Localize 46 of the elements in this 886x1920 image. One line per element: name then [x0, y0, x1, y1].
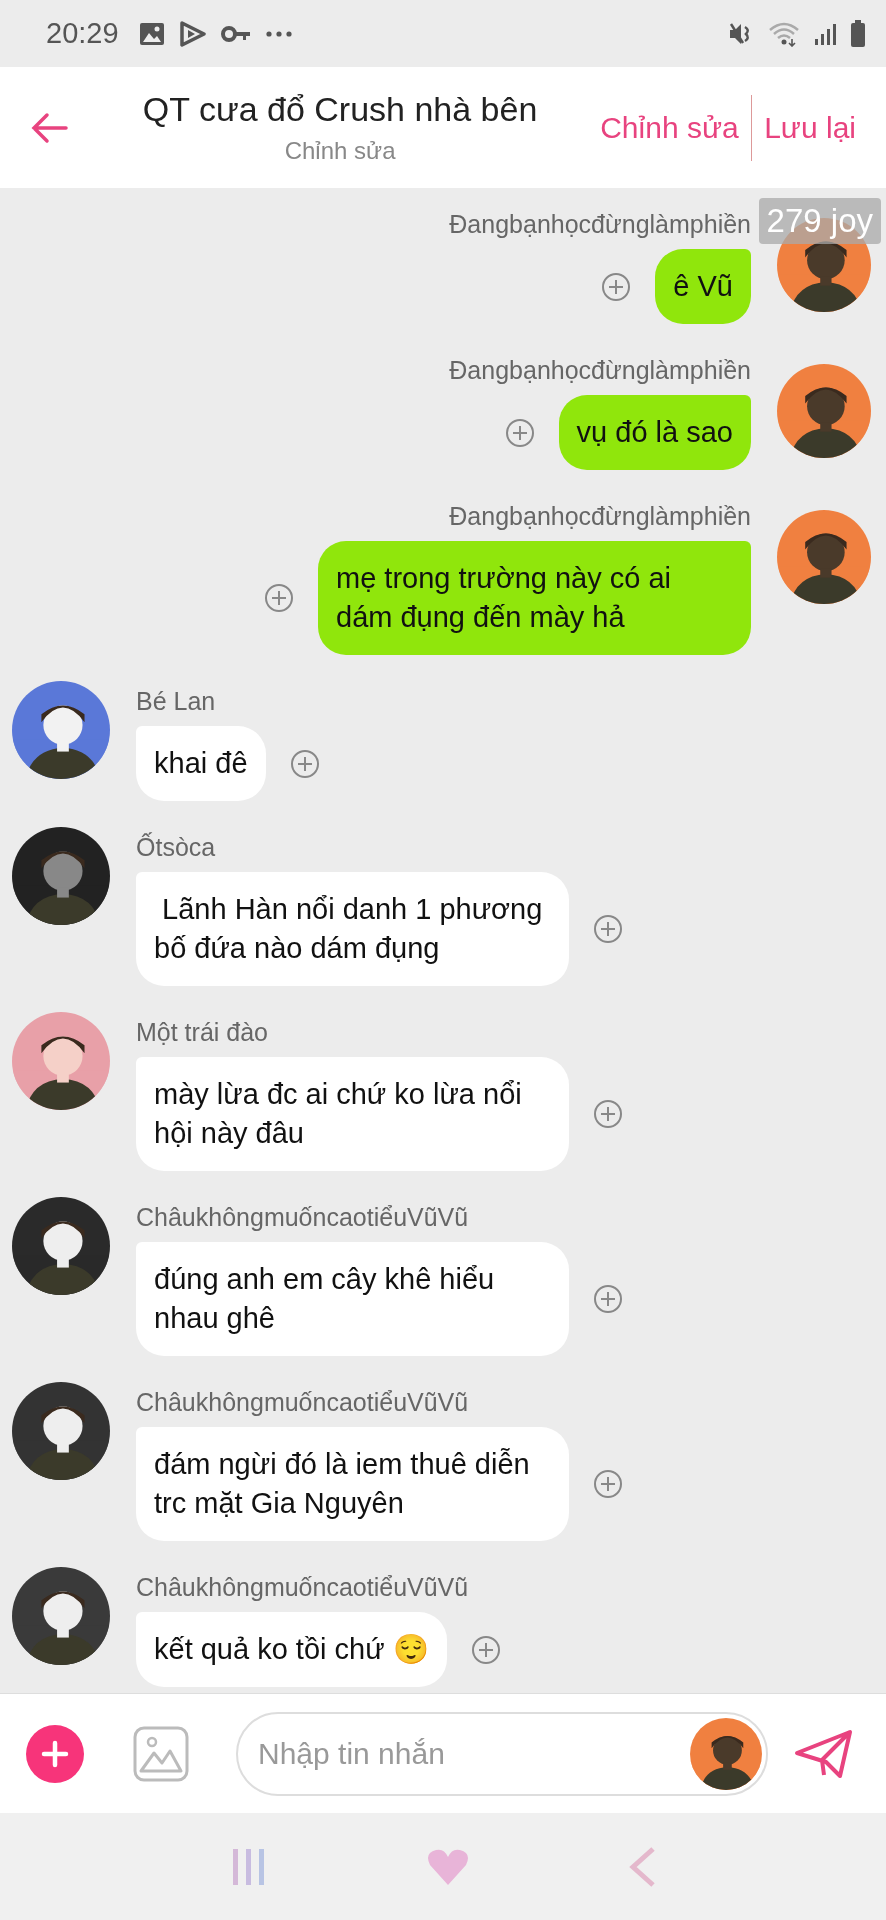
gallery-icon	[138, 21, 165, 46]
add-button[interactable]	[26, 1724, 84, 1783]
sender-name: ChâukhôngmuốncaotiểuVũVũ	[136, 1387, 469, 1417]
add-reaction-icon[interactable]	[601, 271, 632, 302]
overlay-badge: 279 joy	[758, 198, 881, 244]
sender-name: Đangbạnhọcđừnglàmphiền	[449, 501, 751, 531]
message-bubble: khai đê	[136, 726, 266, 801]
chat-subtitle: Chỉnh sửa	[284, 137, 396, 165]
message-bubble: đám ngừi đó là iem thuê diễn trc mặt Gia Nguyên	[136, 1427, 569, 1541]
add-reaction-icon[interactable]	[264, 583, 294, 613]
message-bubble: mẹ trong trường này có ai dám đụng đến mày hả	[318, 541, 751, 655]
send-icon[interactable]	[794, 1727, 854, 1780]
add-reaction-icon[interactable]	[289, 748, 320, 779]
message-bubble: mày lừa đc ai chứ ko lừa nổi hội này đâu	[136, 1057, 569, 1171]
add-reaction-icon[interactable]	[470, 1634, 501, 1665]
sender-name: ChâukhôngmuốncaotiểuVũVũ	[136, 1572, 469, 1602]
key-icon	[220, 24, 251, 43]
message-bubble: kết quả ko tồi chứ 😌	[136, 1612, 447, 1687]
wifi-icon	[768, 20, 800, 47]
image-icon[interactable]	[132, 1724, 190, 1783]
message-bubble: đúng anh em cây khê hiểu nhau ghê	[136, 1242, 569, 1356]
sender-name: ChâukhôngmuốncaotiểuVũVũ	[136, 1202, 469, 1232]
add-reaction-icon[interactable]	[504, 417, 535, 448]
header-action[interactable]: Chỉnh sửa	[588, 104, 751, 151]
chat-title: QT cưa đổ Crush nhà bên	[142, 90, 538, 129]
add-reaction-icon[interactable]	[593, 1469, 623, 1499]
battery-icon	[850, 19, 866, 48]
sender-name: Một trái đào	[136, 1017, 268, 1047]
status-time: 20:29	[46, 17, 119, 50]
sender-name: Đangbạnhọcđừnglàmphiền	[449, 355, 751, 385]
message-input[interactable]: Nhập tin nhắn	[256, 1735, 690, 1772]
message-bubble: vụ đó là sao	[558, 395, 751, 470]
message-bubble: Lãnh Hàn nổi danh 1 phương bố đứa nào dám đụng	[136, 872, 569, 986]
signal-icon	[814, 21, 836, 46]
add-reaction-icon[interactable]	[593, 1099, 623, 1129]
message-bubble: ê Vũ	[655, 249, 751, 324]
add-reaction-icon[interactable]	[593, 1284, 623, 1314]
more-icon	[264, 29, 293, 38]
plus-icon	[41, 1739, 69, 1768]
play-icon	[178, 20, 207, 47]
sender-name: Bé Lan	[136, 686, 216, 716]
sender-name: Ốtsòca	[136, 831, 216, 862]
sender-name: Đangbạnhọcđừnglàmphiền	[449, 209, 751, 239]
add-reaction-icon[interactable]	[593, 914, 623, 944]
header-action[interactable]: Lưu lại	[752, 104, 868, 151]
message-field[interactable]: Nhập tin nhắn	[236, 1711, 768, 1796]
